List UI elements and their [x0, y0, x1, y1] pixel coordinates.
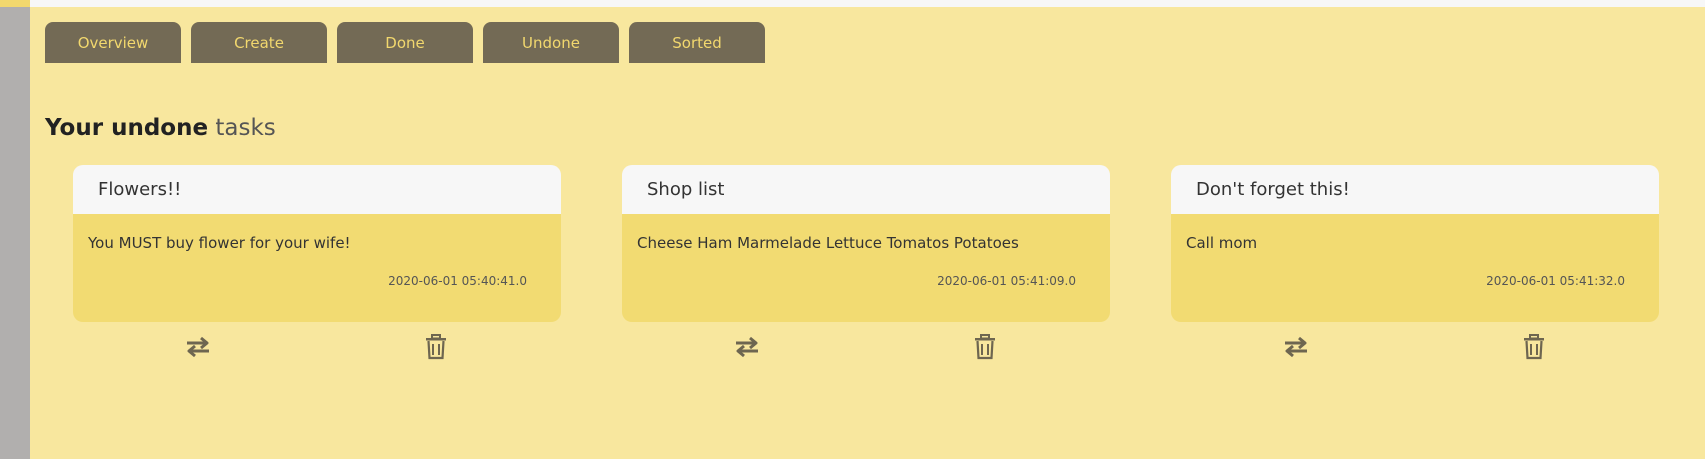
task-card: Flowers!! You MUST buy flower for your w… — [73, 165, 561, 372]
left-sidebar-strip — [0, 0, 30, 459]
page-title: Your undone tasks — [45, 115, 276, 141]
task-body: Call mom 2020-06-01 05:41:32.0 — [1171, 214, 1659, 322]
task-text: Call mom — [1186, 234, 1258, 252]
toggle-status-button[interactable] — [732, 332, 762, 362]
trash-icon — [1524, 334, 1544, 360]
page-title-strong: Your undone — [45, 115, 209, 141]
trash-icon — [975, 334, 995, 360]
top-bar — [30, 0, 1705, 7]
task-title: Flowers!! — [73, 165, 561, 214]
task-title: Shop list — [622, 165, 1110, 214]
swap-arrows-icon — [187, 336, 209, 358]
task-date: 2020-06-01 05:40:41.0 — [388, 274, 527, 288]
tab-overview[interactable]: Overview — [45, 22, 181, 63]
task-date: 2020-06-01 05:41:32.0 — [1486, 274, 1625, 288]
task-body: Cheese Ham Marmelade Lettuce Tomatos Pot… — [622, 214, 1110, 322]
tab-undone[interactable]: Undone — [483, 22, 619, 63]
task-date: 2020-06-01 05:41:09.0 — [937, 274, 1076, 288]
page-title-rest: tasks — [215, 115, 276, 141]
delete-button[interactable] — [421, 332, 451, 362]
task-actions — [73, 322, 561, 372]
top-bar-accent — [0, 0, 30, 7]
task-text: You MUST buy flower for your wife! — [88, 234, 351, 252]
task-text: Cheese Ham Marmelade Lettuce Tomatos Pot… — [637, 234, 1019, 252]
trash-icon — [426, 334, 446, 360]
tab-create[interactable]: Create — [191, 22, 327, 63]
delete-button[interactable] — [970, 332, 1000, 362]
task-title: Don't forget this! — [1171, 165, 1659, 214]
swap-arrows-icon — [1285, 336, 1307, 358]
task-card: Shop list Cheese Ham Marmelade Lettuce T… — [622, 165, 1110, 372]
tab-done[interactable]: Done — [337, 22, 473, 63]
task-actions — [1171, 322, 1659, 372]
task-card: Don't forget this! Call mom 2020-06-01 0… — [1171, 165, 1659, 372]
toggle-status-button[interactable] — [183, 332, 213, 362]
toggle-status-button[interactable] — [1281, 332, 1311, 362]
tab-sorted[interactable]: Sorted — [629, 22, 765, 63]
task-actions — [622, 322, 1110, 372]
task-body: You MUST buy flower for your wife! 2020-… — [73, 214, 561, 322]
swap-arrows-icon — [736, 336, 758, 358]
main-nav: Overview Create Done Undone Sorted — [45, 22, 765, 63]
delete-button[interactable] — [1519, 332, 1549, 362]
